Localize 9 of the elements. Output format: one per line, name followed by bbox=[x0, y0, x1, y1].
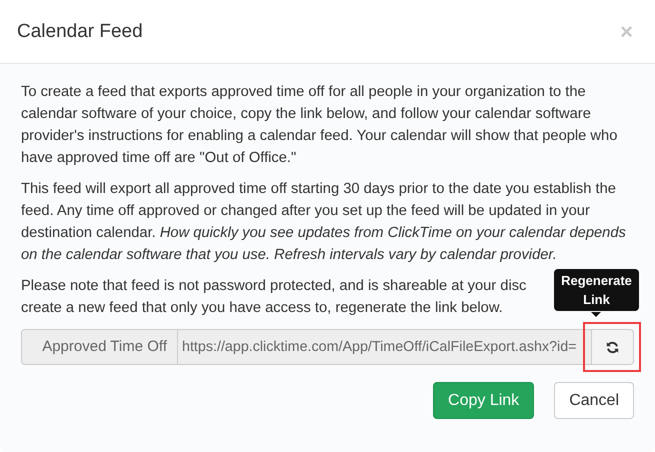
note-text: Please note that feed is not password protected, and is shareable at your disc bbox=[21, 277, 526, 296]
tooltip: Regenerate Link bbox=[554, 269, 639, 311]
tooltip-arrow bbox=[591, 312, 601, 317]
paragraph: This feed will export all approved time off starting 30 days prior to the date you establish the feed. Any time off approved or changed after you set up the feed will be updated in your destination calendar. How quickly you see updates from ClickTime on your calendar depends on the calendar software that you use. Refresh intervals vary by calendar provider. bbox=[21, 180, 627, 265]
dialog-title: Calendar Feed bbox=[17, 20, 143, 42]
paragraph: To create a feed that exports approved time off for all people in your organization to the calendar software of your choice, copy the link below, and follow your calendar software provider's instructions for enabling a calendar feed. Your calendar will show that people who have approved time off are "Out of Office." bbox=[21, 83, 618, 168]
copy-link-button[interactable]: Copy Link bbox=[433, 382, 534, 419]
note-text: create a new feed that only you have access to, regenerate the link below. bbox=[21, 299, 503, 318]
cancel-button[interactable]: Cancel bbox=[554, 382, 634, 419]
